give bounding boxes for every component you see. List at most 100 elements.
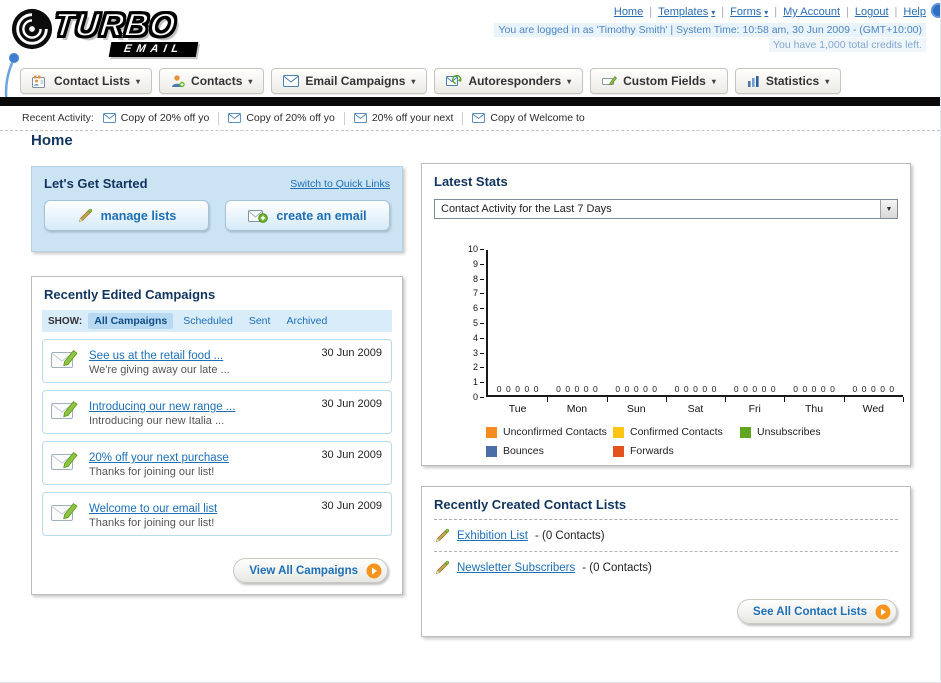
nav-tab-contact-lists[interactable]: Contact Lists ▾ — [20, 68, 153, 94]
campaign-title-link[interactable]: See us at the retail food ... — [89, 350, 223, 362]
recent-contact-lists-title: Recently Created Contact Lists — [434, 497, 898, 520]
campaign-date: 30 Jun 2009 — [321, 398, 382, 410]
envelope-plus-icon — [248, 209, 269, 223]
top-nav-link-templates[interactable]: Templates ▾ — [658, 6, 715, 18]
recent-activity-item[interactable]: Copy of 20% off yo — [102, 112, 210, 124]
pencil-icon — [434, 528, 450, 544]
nav-separator: | — [894, 6, 898, 18]
button-label: View All Campaigns — [249, 564, 358, 577]
nav-tab-label: Autoresponders — [468, 74, 562, 88]
y-axis-tick-label: 6 — [473, 304, 484, 313]
divider — [343, 111, 345, 125]
legend-swatch — [613, 426, 624, 438]
contact-list-link[interactable]: Newsletter Subscribers — [457, 562, 575, 574]
envelope-pencil-icon — [51, 348, 79, 375]
top-nav-link-forms[interactable]: Forms ▾ — [730, 6, 768, 18]
recent-activity-label: Recent Activity: — [22, 112, 94, 124]
campaign-subtitle: Thanks for joining our list! — [89, 466, 215, 478]
contact-list-link[interactable]: Exhibition List — [457, 530, 528, 542]
nav-tab-custom-fields[interactable]: Custom Fields ▾ — [590, 68, 728, 94]
y-axis-tick-label: 9 — [473, 259, 484, 269]
nav-tab-contacts[interactable]: Contacts ▾ — [159, 68, 265, 94]
recent-activity-bar: Recent Activity: Copy of 20% off yo Copy … — [0, 106, 940, 131]
view-all-campaigns-button[interactable]: View All Campaigns — [233, 558, 388, 583]
campaign-list-item[interactable]: See us at the retail food ... We're givin… — [42, 339, 392, 383]
top-nav-link-home[interactable]: Home — [614, 6, 643, 18]
nav-tab-autoresponders[interactable]: Autoresponders ▾ — [434, 68, 584, 94]
chevron-down-icon: ▾ — [711, 76, 716, 86]
campaign-subtitle: Introducing our new Italia ... — [89, 415, 225, 427]
arrow-circle-icon — [875, 604, 891, 620]
x-axis-label: Mon — [566, 403, 588, 415]
get-started-buttons: manage lists create an email — [32, 191, 402, 231]
envelope-pencil-icon — [51, 501, 79, 528]
contact-list-item[interactable]: Exhibition List - (0 Contacts) — [434, 520, 898, 552]
chart-category-group: 0 0 0 0 0 Sun — [607, 250, 668, 415]
app-root: TURBO EMAIL Home | Templates ▾ | Forms ▾ | My Ac… — [0, 0, 941, 683]
recent-activity-item-label: Copy of 20% off yo — [120, 112, 210, 124]
top-nav-link-logout[interactable]: Logout — [855, 6, 889, 18]
envelope-pencil-icon — [51, 450, 79, 477]
chart-category-group: 0 0 0 0 0 Thu — [784, 250, 845, 415]
chart-plot-area: 0 0 0 0 0 Tue 0 0 0 0 0 Mon 0 0 0 0 0 Sun 0 0 0 0 0 Sat 0 0 0 0 0 Fri… — [488, 250, 905, 415]
campaign-tab-all-campaigns[interactable]: All Campaigns — [88, 313, 174, 329]
campaign-title-link[interactable]: 20% off your next purchase — [89, 452, 229, 464]
logo-subtext: EMAIL — [108, 42, 199, 57]
recent-campaigns-title: Recently Edited Campaigns — [44, 287, 216, 302]
nav-tab-label: Custom Fields — [623, 74, 706, 88]
recent-activity-item[interactable]: Copy of 20% off yo — [228, 112, 335, 124]
button-label: create an email — [276, 208, 367, 223]
button-label: manage lists — [100, 208, 177, 223]
recent-activity-item[interactable]: Copy of Welcome to — [472, 112, 585, 124]
chevron-down-icon: ▾ — [567, 76, 572, 86]
campaign-list-item[interactable]: Introducing our new range ... Introducing… — [42, 390, 392, 434]
activity-period-select[interactable]: Contact Activity for the Last 7 Days ▼ — [434, 199, 898, 219]
nav-separator: | — [846, 6, 849, 18]
top-nav-link-my-account[interactable]: My Account — [783, 6, 840, 18]
legend-swatch — [740, 426, 751, 438]
chart-value-labels: 00000 — [852, 384, 895, 394]
logo: TURBO EMAIL — [10, 4, 290, 60]
campaign-tab-sent[interactable]: Sent — [243, 313, 277, 329]
see-all-contact-lists-button[interactable]: See All Contact Lists — [737, 599, 897, 624]
chart-category-group: 0 0 0 0 0 Fri — [725, 250, 786, 415]
contact-list-item[interactable]: Newsletter Subscribers - (0 Contacts) — [434, 552, 898, 583]
campaign-tab-archived[interactable]: Archived — [280, 313, 333, 329]
campaign-list-item[interactable]: 20% off your next purchase Thanks for joi… — [42, 441, 392, 485]
chart-legend-row: Bounces Forwards — [486, 445, 740, 457]
legend-swatch — [486, 426, 497, 438]
recent-activity-item[interactable]: 20% off your next — [353, 112, 454, 124]
legend-item-forwards: Forwards — [613, 445, 740, 457]
header: TURBO EMAIL Home | Templates ▾ | Forms ▾ | My Ac… — [0, 0, 940, 64]
credits-status: You have 1,000 total credits left. — [768, 38, 926, 52]
chart-value-labels: 00000 — [674, 384, 717, 394]
chart-value-labels: 00000 — [733, 384, 776, 394]
campaign-list-item[interactable]: Welcome to our email list Thanks for join… — [42, 492, 392, 536]
contacts-icon — [171, 74, 185, 88]
campaign-date: 30 Jun 2009 — [321, 500, 382, 512]
legend-label: Unsubscribes — [757, 426, 821, 438]
decorative-dot — [931, 3, 940, 18]
envelope-icon — [228, 113, 242, 123]
legend-label: Forwards — [630, 445, 674, 457]
y-axis-tick-label: 10 — [468, 245, 484, 254]
nav-tab-email-campaigns[interactable]: Email Campaigns ▾ — [271, 68, 428, 94]
manage-lists-button[interactable]: manage lists — [44, 200, 209, 231]
contact-list: Exhibition List - (0 Contacts) Newsletter… — [422, 520, 910, 583]
campaign-title-link[interactable]: Welcome to our email list — [89, 503, 217, 515]
x-axis-label: Tue — [508, 403, 527, 415]
y-axis-tick-label: 1 — [473, 378, 484, 387]
create-an-email-button[interactable]: create an email — [225, 200, 390, 231]
y-axis-tick-label: 0 — [473, 392, 484, 402]
recent-activity-item-label: 20% off your next — [371, 112, 454, 124]
campaign-title-link[interactable]: Introducing our new range ... — [89, 401, 235, 413]
nav-tab-statistics[interactable]: Statistics ▾ — [734, 68, 842, 94]
top-nav-link-help[interactable]: Help — [903, 6, 926, 18]
switch-quick-links-link[interactable]: Switch to Quick Links — [290, 178, 390, 190]
legend-item-unsubscribes: Unsubscribes — [740, 426, 867, 438]
campaign-subtitle: We're giving away our late ... — [89, 364, 230, 376]
divider-bar — [0, 97, 940, 106]
legend-label: Unconfirmed Contacts — [503, 426, 607, 438]
campaign-tab-scheduled[interactable]: Scheduled — [177, 313, 239, 329]
select-value: Contact Activity for the Last 7 Days — [441, 203, 612, 215]
